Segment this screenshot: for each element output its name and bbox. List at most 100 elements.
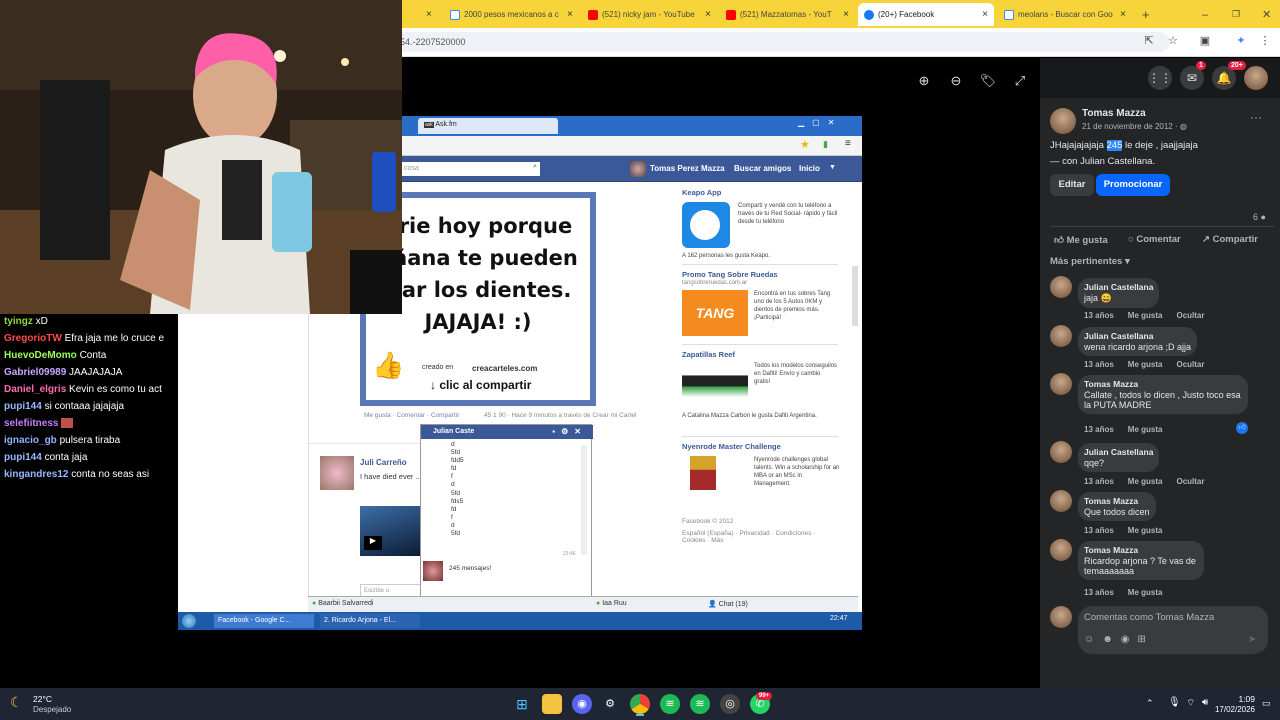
tab-label: (20+) Facebook [878,10,935,19]
extensions-icon[interactable]: ▣ [1198,34,1212,48]
close-icon[interactable]: × [982,9,988,20]
askfm-icon: ask [424,122,434,128]
more-options-icon[interactable]: ··· [1250,110,1262,124]
mic-icon[interactable]: 🎙︎ [1168,697,1181,708]
google-icon [450,9,460,20]
promote-button[interactable]: Promocionar [1096,174,1170,196]
chat-message: pupi144 conta jaja [4,452,88,463]
clock-date[interactable]: 17/02/2026 [1210,705,1255,714]
comment-bubble-icon: ○ [1128,234,1134,245]
bookmark-star-icon[interactable]: ☆ [1166,34,1180,48]
edit-button[interactable]: Editar [1050,174,1094,196]
start-icon[interactable]: ⊞ [512,694,532,714]
arrow-down-icon: ↓ [430,378,436,392]
comment-avatar[interactable] [1050,539,1072,561]
chat-message: tyingz xD [4,316,48,327]
notifications-icon[interactable]: ▭ [1262,698,1271,709]
chat-message: HuevoDeMomo Conta [4,350,107,361]
old-profile-pic [630,161,646,177]
comment-meta: 13 años Me gusta Ocultar [1084,311,1205,320]
app-icon[interactable]: ◎ [720,694,740,714]
composer-icons[interactable]: ☺☻◉⊞ [1084,634,1154,645]
close-icon[interactable]: × [567,9,573,20]
nyenrode-crest [690,456,716,490]
zoom-in-icon[interactable]: ⊕ [913,70,935,92]
close-icon[interactable]: × [705,9,711,20]
tab-label: (521) Mazzatomas - YouT [740,10,832,19]
comment-avatar[interactable] [1050,325,1072,347]
moon-weather-icon[interactable]: ☾ [10,694,23,711]
comment-bubble: Julian Castellana qqe? [1078,443,1160,472]
volume-icon[interactable]: 🔊︎ [1202,697,1208,708]
facebook-icon [864,9,874,20]
post-author[interactable]: Tomas Mazza [1082,108,1146,119]
menu-icon[interactable]: ⋮ [1258,34,1272,48]
old-star-icon: ★ [800,139,810,151]
comment-input[interactable]: Comentas como Tomas Mazza ☺☻◉⊞ ➤ [1078,606,1268,654]
youtube-icon [588,9,598,20]
chat-message: Daniel_elgris Kevin es como tu act [4,384,162,395]
extension-icon[interactable]: ✦ [1234,34,1248,48]
post-author-avatar[interactable] [1050,108,1076,134]
close-icon[interactable]: × [843,9,849,20]
comment-avatar[interactable] [1050,373,1072,395]
comment-meta: 13 años Me gusta [1084,425,1163,434]
chat-message: GregorioTW Efra jaja me lo cruce e [4,333,165,344]
close-icon[interactable]: × [1120,9,1126,20]
menu-grid-icon[interactable]: ⋮⋮ [1148,66,1172,90]
steam-icon[interactable]: ⚙ [600,694,620,714]
old-chat-window: Julian Caste ▪⚙✕ d 5fd fdd5 fd f d 5fd fds5 fd f d 5… [420,424,593,598]
reef-shoe-image [682,362,748,406]
comment-avatar[interactable] [1050,490,1072,512]
tab-close-prev[interactable]: × [420,3,436,26]
discord-icon[interactable]: ◉ [572,694,592,714]
emote-icon [61,418,74,429]
old-tab: ask Ask.fm [418,118,558,134]
spotify-icon-2[interactable]: ≋ [690,694,710,714]
zoom-out-icon[interactable]: ⊖ [945,70,967,92]
old-window-controls: ▁▢✕ [798,118,843,127]
comment-avatar[interactable] [1050,441,1072,463]
minimize-icon[interactable]: – [1196,3,1210,26]
browser-tab[interactable]: meolans - Buscar con Goo × [998,3,1132,26]
spotify-icon[interactable]: ≋ [660,694,680,714]
comment-filter[interactable]: Más pertinentes ▾ [1050,256,1130,267]
url-field[interactable]: 54.-2207520000 [390,32,1170,52]
google-icon [1004,9,1014,20]
chrome-icon[interactable] [630,694,650,714]
share-icon: ↗ [1202,234,1210,245]
browser-tab[interactable]: (521) nicky jam - YouTube × [582,3,717,26]
new-tab-button[interactable]: + [1136,3,1152,26]
notifications-badge: 20+ [1228,61,1246,70]
play-icon: ▶ [364,536,382,550]
old-find-friends: Buscar amigos [734,164,792,173]
like-icon: 👍︎ [1054,235,1064,246]
comment-bubble: Tomas Mazza Ricardop arjona ? Te vas de t… [1078,541,1204,580]
send-icon[interactable]: ➤ [1248,634,1256,645]
like-button[interactable]: 👍︎ Me gusta [1054,234,1108,246]
post-text: JHajajajajaja 245 le deje , jaajjajaja —… [1050,140,1198,167]
browser-tab[interactable]: 2000 pesos mexicanos a c × [444,3,579,26]
chevron-down-icon: ▾ [1124,256,1130,267]
clock-time[interactable]: 1:09 [1225,694,1255,704]
install-icon[interactable]: ⇱ [1142,34,1156,48]
tag-icon[interactable]: 🏷 [977,70,999,92]
profile-avatar[interactable] [1244,66,1268,90]
comment-avatar[interactable] [1050,276,1072,298]
share-button[interactable]: ↗ Compartir [1202,234,1258,245]
browser-tab-active[interactable]: (20+) Facebook × [858,3,994,26]
tray-chevron-icon[interactable]: ⌃ [1146,698,1154,709]
comment-button[interactable]: ○ Comentar [1128,234,1181,245]
old-win-taskbar: Facebook - Google C... 2. Ricardo Arjona… [178,612,862,630]
maximize-icon[interactable]: ❐ [1226,3,1240,26]
browser-tab[interactable]: (521) Mazzatomas - YouT × [720,3,855,26]
old-profile-name: Tomas Perez Mazza [650,164,725,173]
fullscreen-icon[interactable]: ⤢ [1009,70,1031,92]
folder-icon[interactable] [542,694,562,714]
tab-label: meolans - Buscar con Goo [1018,10,1113,19]
comment-meta: 13 años Me gusta [1084,526,1163,535]
old-post-stats: 45 1 90 · Hace 9 minutos a través de Cre… [484,412,637,419]
close-window-icon[interactable]: ✕ [1256,3,1270,26]
weather-temp[interactable]: 22°C [33,694,52,704]
wifi-icon[interactable]: ⌔ [1186,697,1195,710]
